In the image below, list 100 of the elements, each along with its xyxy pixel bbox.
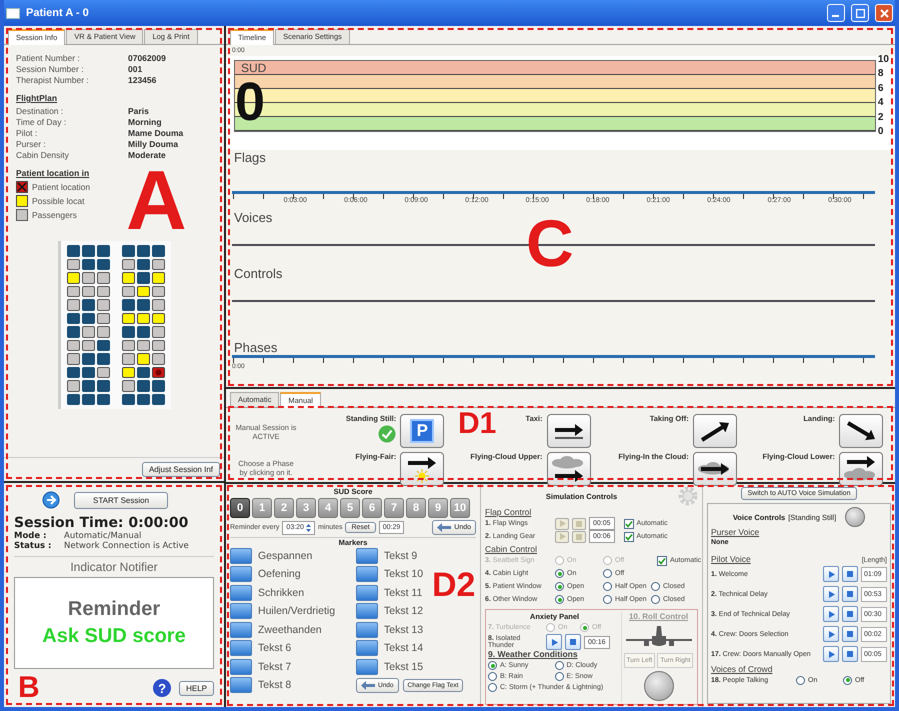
roll-knob[interactable] [644,671,674,701]
stop-button[interactable] [842,646,858,662]
annotation-letter: D2 [432,568,476,602]
seat [66,245,80,256]
field-label: Destination : [16,106,64,116]
spinner-icon[interactable] [306,524,311,532]
seat [66,380,80,392]
legend-swatch [16,181,28,193]
minimize-button[interactable] [827,4,845,22]
play-button[interactable] [823,566,839,582]
field-value: Moderate [128,150,167,160]
marker-button[interactable] [230,548,252,564]
annotation-letter: A [126,158,187,242]
seat [96,353,110,364]
radio-button[interactable] [554,672,564,681]
volume-knob[interactable] [845,507,866,527]
seat [82,380,94,392]
help-icon[interactable]: ? [153,679,172,697]
radio-button[interactable] [796,676,805,684]
seat [152,394,164,405]
window-icon [6,8,20,18]
play-button[interactable] [823,626,839,642]
phase-button[interactable] [400,452,444,486]
play-button[interactable] [546,634,562,650]
radio-button[interactable] [488,672,497,681]
radio-button[interactable] [554,661,564,670]
marker-button[interactable] [230,603,252,619]
phase-button[interactable] [692,452,737,486]
radio-button[interactable] [488,683,497,692]
seat [96,340,110,351]
marker-button[interactable] [356,548,378,564]
phase-button[interactable] [692,414,737,448]
lane-label: Phases [233,340,278,355]
help-button[interactable]: HELP [179,680,214,696]
marker-button[interactable] [230,584,252,600]
marker-button[interactable] [356,603,378,619]
radio-button[interactable] [555,569,564,578]
score-button[interactable]: 0 [230,498,250,518]
marker-button[interactable] [356,584,378,600]
seat [136,245,150,256]
marker-label: Tekst 12 [384,605,424,617]
play-button[interactable] [823,586,839,602]
seat [66,272,80,284]
notifier-title: Indicator Notifier [14,556,214,574]
session-time: Session Time: 0:00:00 [14,515,190,531]
seat [152,245,164,256]
seat [122,272,134,284]
phase-button[interactable] [546,414,590,448]
section-heading: Voices of Crowd [711,664,774,674]
seat [152,326,164,338]
seat [66,299,80,310]
seat [66,312,80,324]
marker-button[interactable] [356,658,378,674]
field-label: Time of Day : [16,117,68,127]
seat [152,272,164,284]
seat [122,245,134,256]
marker-button[interactable] [230,566,252,582]
radio-button[interactable] [651,595,660,604]
play-button[interactable] [823,606,839,622]
marker-button[interactable] [356,566,378,582]
marker-button[interactable] [356,640,378,656]
play-button[interactable] [823,646,839,662]
phase-button[interactable] [839,452,883,486]
radio-button[interactable] [603,595,612,604]
radio-button[interactable] [603,582,612,591]
scale-label: 4 [878,98,884,108]
radio-button[interactable] [555,582,564,591]
stop-button[interactable] [842,626,858,642]
marker-button[interactable] [230,622,252,638]
phase-button[interactable]: P [400,414,444,448]
close-button[interactable] [875,4,893,22]
radio-button[interactable] [843,676,852,684]
marker-button[interactable] [230,658,252,674]
field-value: Paris [128,106,150,116]
radio-button[interactable] [603,569,612,578]
phase-button[interactable] [839,414,883,448]
marker-button[interactable] [230,640,252,656]
annotation-letter: B [18,673,40,703]
seat [152,312,164,324]
adjust-session-button[interactable]: Adjust Session Inf [142,462,220,477]
radio-button[interactable] [488,661,497,670]
section-heading: Cabin Control [485,544,538,554]
radio-button[interactable] [651,582,660,591]
checkbox[interactable] [624,518,634,528]
seat [136,394,150,405]
start-session-button[interactable]: START Session [74,492,168,508]
stop-button[interactable] [842,566,858,582]
maximize-button[interactable] [851,4,869,22]
stop-button[interactable] [842,586,858,602]
stop-button[interactable] [565,634,581,650]
stop-button[interactable] [842,606,858,622]
seat [122,299,134,310]
phase-button[interactable] [546,452,590,486]
marker-button[interactable] [356,622,378,638]
checkbox[interactable] [624,532,634,542]
radio-button[interactable] [555,595,564,604]
seat [136,326,150,338]
scale-label: 8 [878,69,884,80]
marker-button[interactable] [230,677,252,693]
marker-label: Tekst 11 [384,586,422,598]
